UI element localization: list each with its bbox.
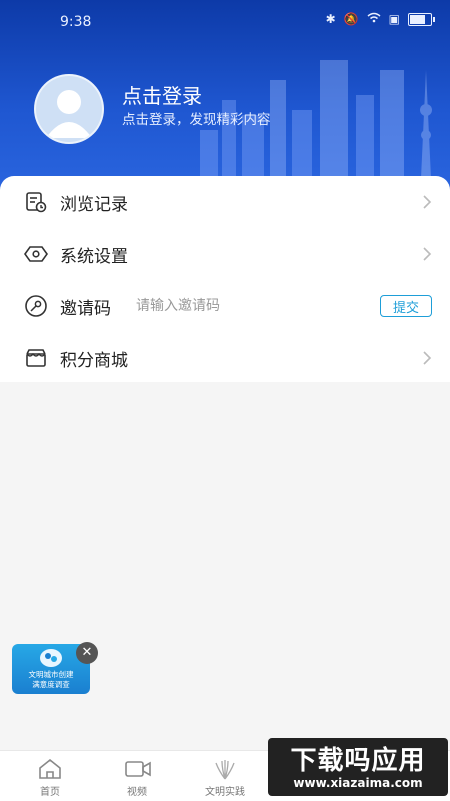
peacock-icon — [215, 760, 235, 780]
key-icon — [25, 295, 47, 317]
user-silhouette-icon — [46, 90, 92, 138]
status-icons: ✱ 🔕 ▣ — [325, 12, 435, 26]
wifi-icon — [367, 12, 381, 26]
banner-line2: 满意度调查 — [32, 680, 70, 689]
watermark-logo: 下载吗应用 www.xiazaima.com — [268, 738, 448, 796]
settings-icon — [24, 246, 48, 262]
watermark-en: www.xiazaima.com — [293, 776, 423, 790]
history-icon — [26, 192, 47, 213]
invite-submit-button[interactable]: 提交 — [380, 295, 432, 317]
status-bar: 9:38 ✱ 🔕 ▣ — [0, 0, 450, 40]
menu-item-settings[interactable]: 系统设置 — [0, 228, 450, 280]
watermark-cn: 下载吗应用 — [290, 746, 426, 776]
menu-item-history-label: 浏览记录 — [60, 194, 128, 215]
menu-item-shop-label: 积分商城 — [60, 350, 128, 371]
avatar[interactable] — [34, 74, 104, 144]
tab-civilization-practice[interactable]: 文明实践 — [180, 751, 270, 801]
login-subtitle: 点击登录，发现精彩内容 — [122, 112, 271, 128]
banner-line1: 文明城市创建 — [28, 670, 74, 679]
tab-home-label: 首页 — [40, 787, 60, 798]
status-time: 9:38 — [60, 14, 92, 30]
tab-video-label: 视频 — [127, 787, 147, 798]
menu-item-shop[interactable]: 积分商城 — [0, 332, 450, 384]
close-icon[interactable]: ✕ — [76, 642, 98, 664]
chevron-right-icon — [423, 247, 432, 261]
bluetooth-icon: ✱ — [325, 12, 336, 26]
profile-header: 9:38 ✱ 🔕 ▣ 点击登录 点击登录，发现精彩内容 — [0, 0, 450, 200]
tab-civilization-practice-label: 文明实践 — [205, 787, 245, 798]
video-icon — [125, 761, 151, 777]
login-title[interactable]: 点击登录 — [122, 80, 202, 109]
tab-video[interactable]: 视频 — [92, 751, 182, 801]
battery-icon — [408, 12, 435, 26]
chevron-right-icon — [423, 351, 432, 365]
menu-item-invite-label: 邀请码 — [60, 298, 111, 319]
menu-item-history[interactable]: 浏览记录 — [0, 176, 450, 228]
chevron-right-icon — [423, 195, 432, 209]
shop-icon — [26, 349, 46, 367]
home-icon — [39, 759, 61, 779]
menu-card: 浏览记录 系统设置 邀请码 提交 积分商城 — [0, 176, 450, 382]
invite-code-input[interactable] — [134, 297, 358, 315]
survey-illustration-icon — [40, 649, 62, 667]
tab-home[interactable]: 首页 — [5, 751, 95, 801]
sim-icon: ▣ — [388, 12, 400, 26]
mute-icon: 🔕 — [343, 12, 359, 26]
menu-item-settings-label: 系统设置 — [60, 246, 128, 267]
menu-item-invite: 邀请码 提交 — [0, 280, 450, 332]
